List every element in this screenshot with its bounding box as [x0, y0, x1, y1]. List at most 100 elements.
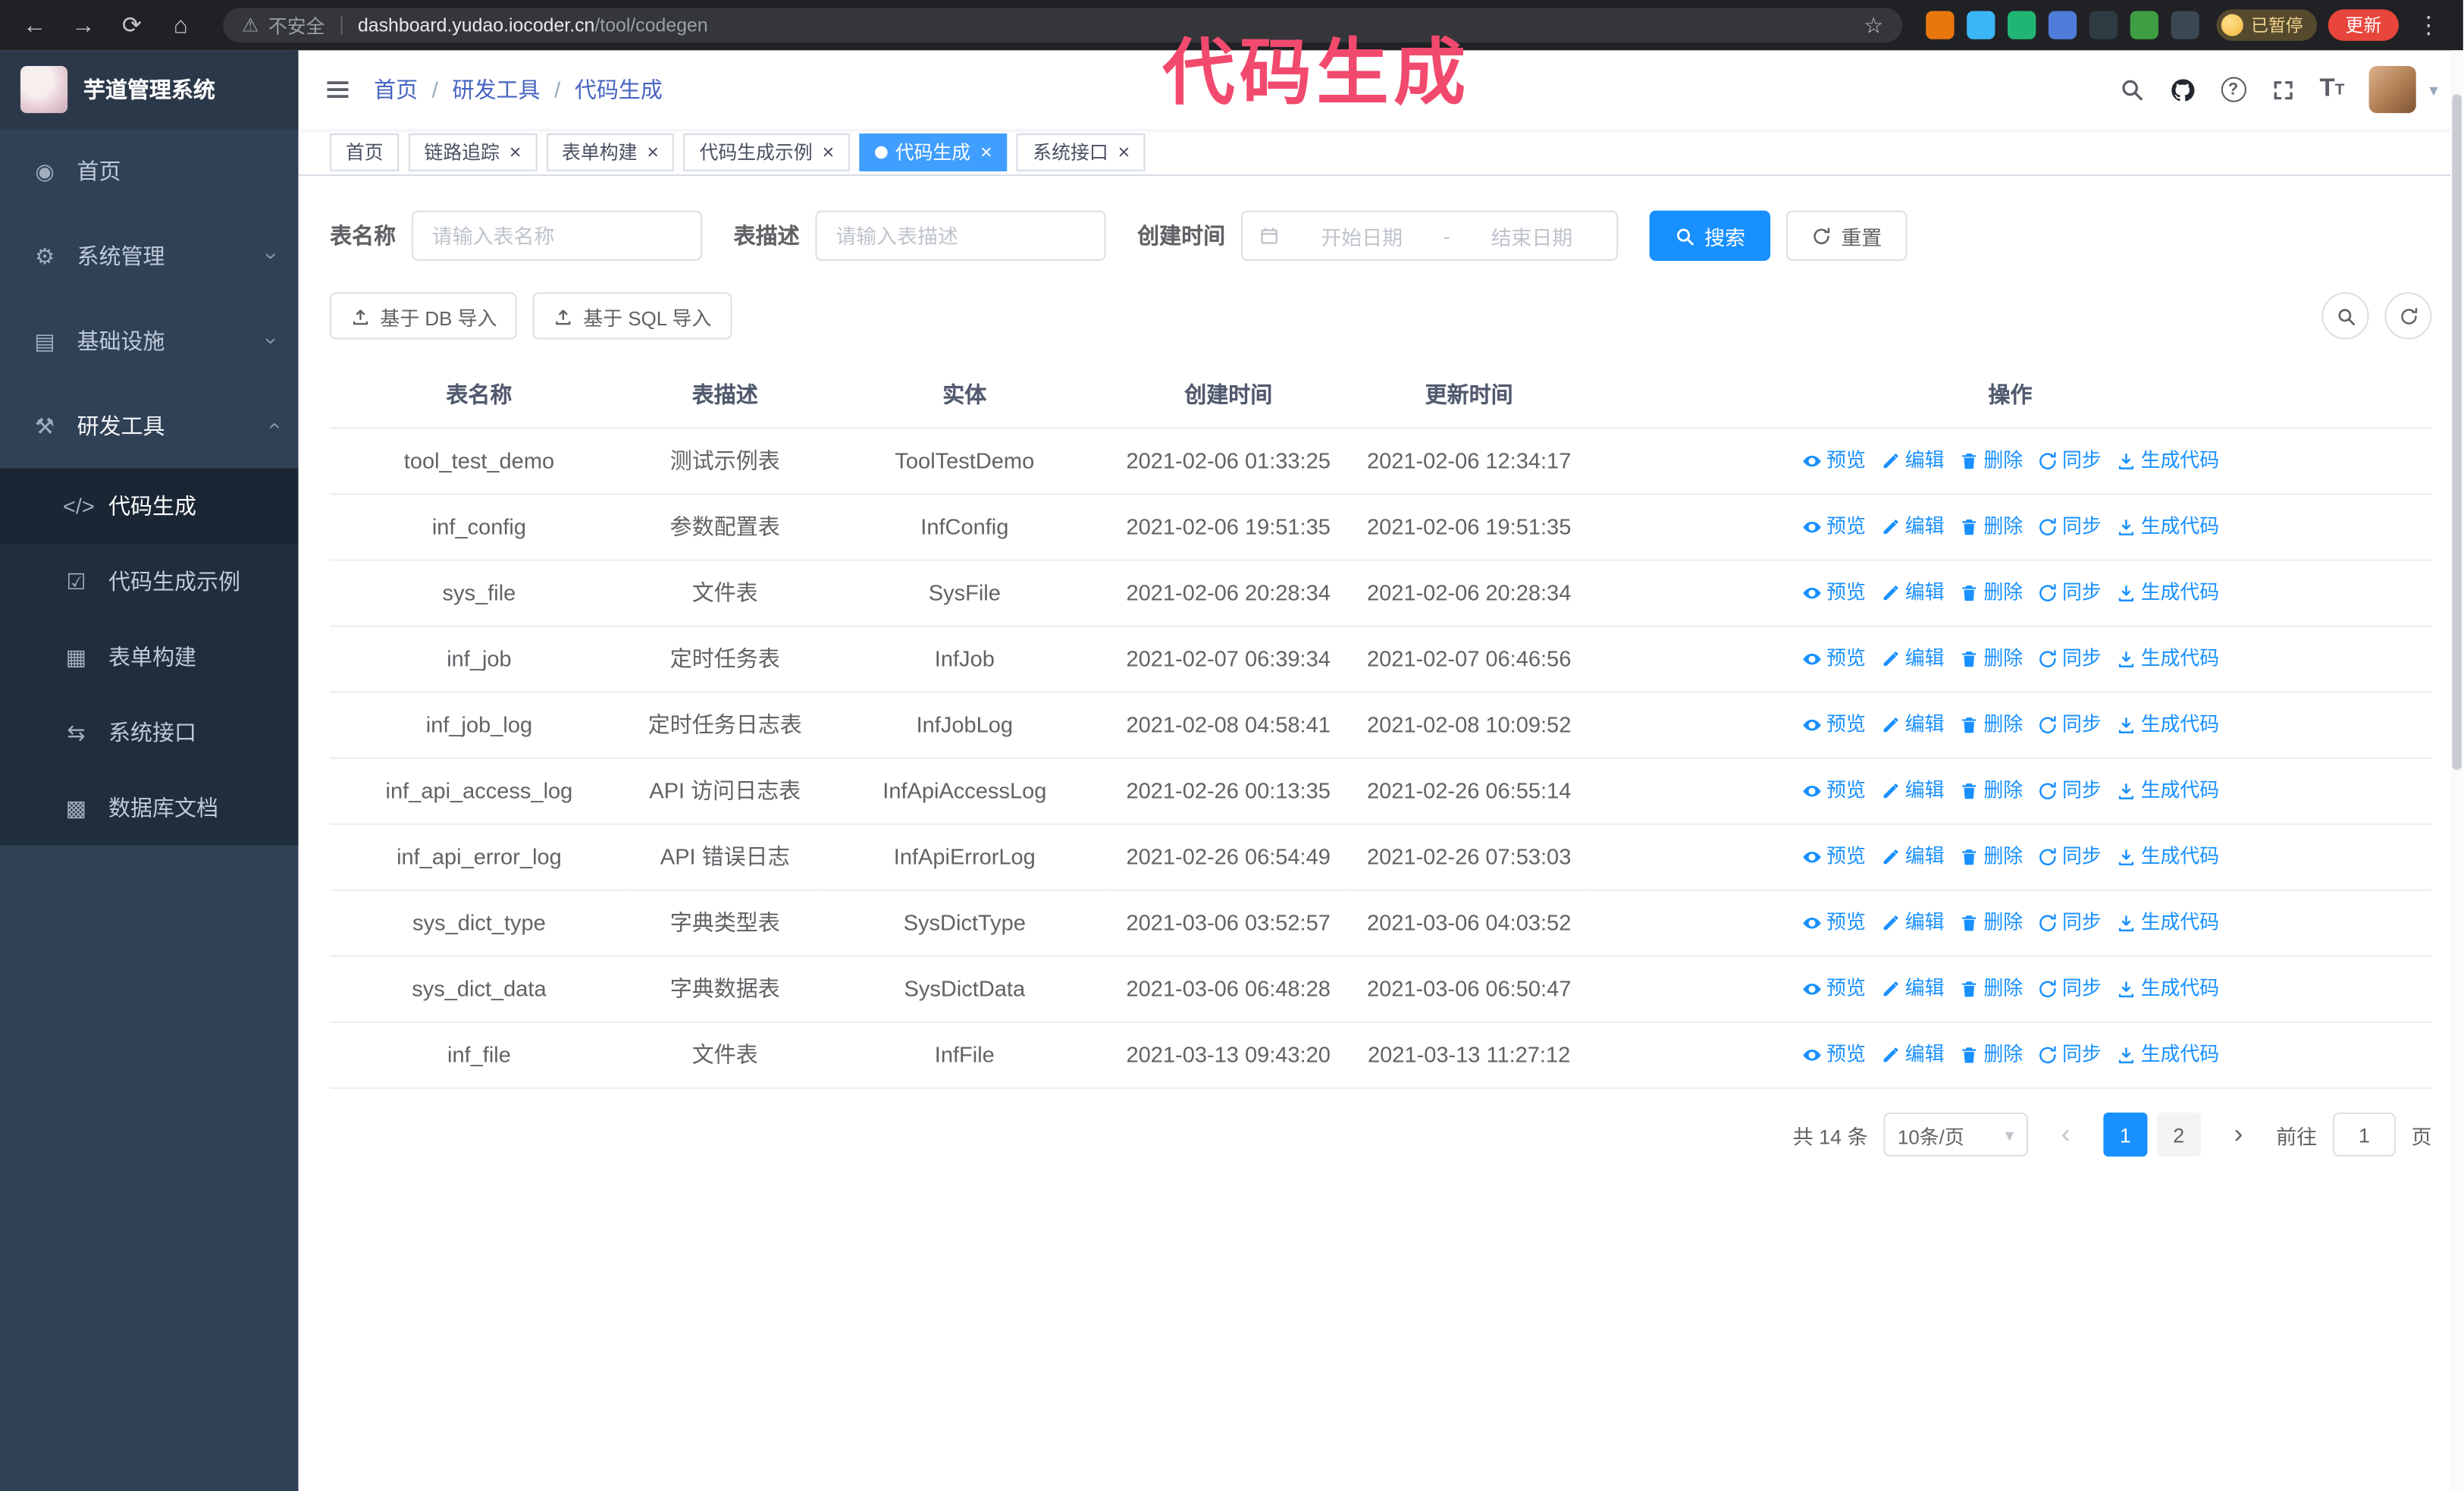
generate-code-link[interactable]: 生成代码 [2115, 843, 2219, 872]
delete-link[interactable]: 删除 [1958, 711, 2023, 740]
fullscreen-icon[interactable] [2271, 78, 2294, 102]
edit-link[interactable]: 编辑 [1880, 777, 1945, 806]
preview-link[interactable]: 预览 [1801, 975, 1866, 1004]
delete-link[interactable]: 删除 [1958, 513, 2023, 542]
delete-link[interactable]: 删除 [1958, 909, 2023, 938]
generate-code-link[interactable]: 生成代码 [2115, 777, 2219, 806]
sidebar-item[interactable]: ▤ 基础设施 › [0, 299, 299, 384]
generate-code-link[interactable]: 生成代码 [2115, 1041, 2219, 1070]
table-name-input[interactable] [411, 210, 703, 261]
edit-link[interactable]: 编辑 [1880, 645, 1945, 674]
sync-link[interactable]: 同步 [2037, 1041, 2102, 1070]
browser-menu-icon[interactable]: ⋮ [2409, 6, 2447, 44]
browser-reload-icon[interactable]: ⟳ [113, 6, 151, 44]
goto-page-input[interactable] [2332, 1112, 2396, 1157]
address-bar[interactable]: ⚠ 不安全 dashboard.yudao.iocoder.cn/tool/co… [223, 8, 1903, 42]
sidebar-logo-row[interactable]: 芋道管理系统 [0, 50, 299, 129]
preview-link[interactable]: 预览 [1801, 1041, 1866, 1070]
github-icon[interactable] [2169, 76, 2196, 102]
toggle-search-button[interactable] [2321, 292, 2369, 340]
reset-button[interactable]: 重置 [1785, 210, 1908, 261]
tab-item[interactable]: 表单构建 × [546, 133, 675, 171]
sync-link[interactable]: 同步 [2037, 513, 2102, 542]
delete-link[interactable]: 删除 [1958, 777, 2023, 806]
date-range-picker[interactable]: 开始日期 - 结束日期 [1240, 210, 1619, 261]
preview-link[interactable]: 预览 [1801, 711, 1866, 740]
avatar-caret-icon[interactable]: ▾ [2429, 80, 2437, 100]
browser-back-icon[interactable]: ← [16, 6, 54, 44]
generate-code-link[interactable]: 生成代码 [2115, 711, 2219, 740]
edit-link[interactable]: 编辑 [1880, 975, 1945, 1004]
generate-code-link[interactable]: 生成代码 [2115, 447, 2219, 476]
search-icon[interactable] [2118, 77, 2143, 102]
breadcrumb-item[interactable]: 代码生成 [575, 74, 663, 105]
sync-link[interactable]: 同步 [2037, 975, 2102, 1004]
preview-link[interactable]: 预览 [1801, 843, 1866, 872]
breadcrumb-item[interactable]: 首页 [374, 74, 418, 105]
preview-link[interactable]: 预览 [1801, 909, 1866, 938]
hamburger-icon[interactable] [324, 75, 352, 103]
prev-page-button[interactable]: ‹ [2044, 1113, 2088, 1157]
green-check-extension-icon[interactable] [2008, 11, 2036, 39]
avatar[interactable] [2369, 66, 2417, 114]
delete-link[interactable]: 删除 [1958, 843, 2023, 872]
preview-link[interactable]: 预览 [1801, 645, 1866, 674]
help-icon[interactable]: ? [2220, 77, 2246, 102]
team-extension-icon[interactable] [2048, 11, 2077, 39]
browser-forward-icon[interactable]: → [64, 6, 102, 44]
tab-active[interactable]: 代码生成 × [859, 133, 1008, 171]
close-tab-icon[interactable]: × [509, 141, 521, 162]
sidebar-item[interactable]: ⚙ 系统管理 › [0, 214, 299, 299]
sidebar-subitem[interactable]: ⇆ 系统接口 [0, 695, 299, 770]
delete-link[interactable]: 删除 [1958, 645, 2023, 674]
table-desc-input[interactable] [815, 210, 1106, 261]
tab-item[interactable]: 首页 [330, 133, 400, 171]
preview-link[interactable]: 预览 [1801, 513, 1866, 542]
preview-link[interactable]: 预览 [1801, 447, 1866, 476]
search-button[interactable]: 搜索 [1649, 210, 1771, 261]
generate-code-link[interactable]: 生成代码 [2115, 909, 2219, 938]
delete-link[interactable]: 删除 [1958, 447, 2023, 476]
sync-link[interactable]: 同步 [2037, 579, 2102, 608]
generate-code-link[interactable]: 生成代码 [2115, 579, 2219, 608]
import-sql-button[interactable]: 基于 SQL 导入 [533, 292, 732, 340]
generate-code-link[interactable]: 生成代码 [2115, 975, 2219, 1004]
water-drop-extension-icon[interactable] [1967, 11, 1995, 39]
close-tab-icon[interactable]: × [1118, 141, 1130, 162]
sync-link[interactable]: 同步 [2037, 843, 2102, 872]
delete-link[interactable]: 删除 [1958, 975, 2023, 1004]
edit-link[interactable]: 编辑 [1880, 447, 1945, 476]
tab-item[interactable]: 系统接口 × [1017, 133, 1146, 171]
generate-code-link[interactable]: 生成代码 [2115, 513, 2219, 542]
close-tab-icon[interactable]: × [647, 141, 659, 162]
edit-link[interactable]: 编辑 [1880, 1041, 1945, 1070]
font-size-icon[interactable]: TT [2319, 75, 2344, 103]
page-button[interactable]: 2 [2156, 1112, 2201, 1157]
browser-home-icon[interactable]: ⌂ [161, 6, 199, 44]
sidebar-subitem[interactable]: ▦ 表单构建 [0, 619, 299, 694]
delete-link[interactable]: 删除 [1958, 1041, 2023, 1070]
page-size-select[interactable]: 10条/页 ▾ [1883, 1112, 2028, 1157]
edit-link[interactable]: 编辑 [1880, 843, 1945, 872]
chart-extension-icon[interactable] [2089, 11, 2118, 39]
sync-link[interactable]: 同步 [2037, 645, 2102, 674]
edit-link[interactable]: 编辑 [1880, 579, 1945, 608]
sync-link[interactable]: 同步 [2037, 777, 2102, 806]
close-tab-icon[interactable]: × [822, 141, 834, 162]
generate-code-link[interactable]: 生成代码 [2115, 645, 2219, 674]
page-button[interactable]: 1 [2103, 1112, 2148, 1157]
import-db-button[interactable]: 基于 DB 导入 [330, 292, 518, 340]
bookmark-star-icon[interactable]: ☆ [1864, 12, 1883, 39]
sync-link[interactable]: 同步 [2037, 711, 2102, 740]
preview-link[interactable]: 预览 [1801, 579, 1866, 608]
tab-item[interactable]: 链路追踪 × [408, 133, 537, 171]
browser-update-button[interactable]: 更新 [2328, 9, 2399, 41]
preview-link[interactable]: 预览 [1801, 777, 1866, 806]
sidebar-subitem[interactable]: ☑ 代码生成示例 [0, 544, 299, 619]
close-tab-icon[interactable]: × [980, 141, 992, 162]
tab-item[interactable]: 代码生成示例 × [683, 133, 850, 171]
sync-link[interactable]: 同步 [2037, 447, 2102, 476]
sync-link[interactable]: 同步 [2037, 909, 2102, 938]
delete-link[interactable]: 删除 [1958, 579, 2023, 608]
sidebar-subitem[interactable]: ▩ 数据库文档 [0, 770, 299, 845]
